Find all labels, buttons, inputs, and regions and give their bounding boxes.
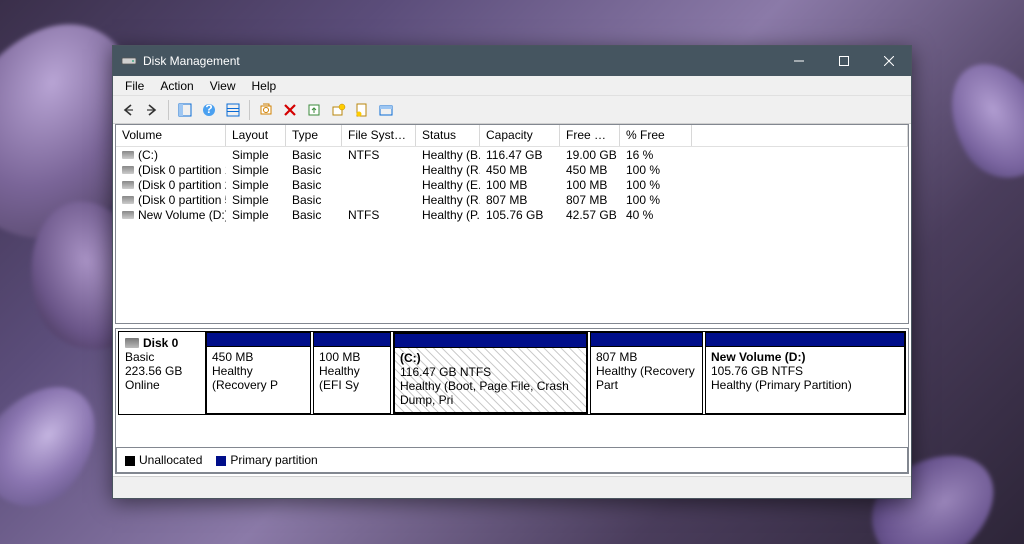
partition-block[interactable]: 807 MBHealthy (Recovery Part xyxy=(590,332,703,414)
legend-primary: Primary partition xyxy=(216,453,317,467)
volume-row[interactable]: (Disk 0 partition 2)SimpleBasicHealthy (… xyxy=(116,177,908,192)
menu-action[interactable]: Action xyxy=(152,77,201,95)
partition-bar xyxy=(395,334,586,348)
refresh-button[interactable] xyxy=(222,99,244,121)
properties-button[interactable] xyxy=(351,99,373,121)
menu-help[interactable]: Help xyxy=(244,77,285,95)
forward-button[interactable] xyxy=(141,99,163,121)
partition-bar xyxy=(591,333,702,347)
volume-icon xyxy=(122,181,134,189)
col-status[interactable]: Status xyxy=(416,125,480,146)
partition-bar xyxy=(207,333,310,347)
legend-unallocated: Unallocated xyxy=(125,453,202,467)
titlebar[interactable]: Disk Management xyxy=(113,46,911,76)
maximize-button[interactable] xyxy=(821,46,866,76)
col-capacity[interactable]: Capacity xyxy=(480,125,560,146)
menu-view[interactable]: View xyxy=(202,77,244,95)
menu-file[interactable]: File xyxy=(117,77,152,95)
disk-management-window: Disk Management File Action View Help ? xyxy=(112,45,912,499)
volume-row[interactable]: (Disk 0 partition 1)SimpleBasicHealthy (… xyxy=(116,162,908,177)
disk-label[interactable]: Disk 0 Basic 223.56 GB Online xyxy=(119,332,206,414)
window-title: Disk Management xyxy=(143,54,776,68)
col-filesystem[interactable]: File System xyxy=(342,125,416,146)
app-icon xyxy=(121,53,137,69)
statusbar xyxy=(113,476,911,498)
content-area: Volume Layout Type File System Status Ca… xyxy=(115,124,909,474)
toolbar-view-button[interactable] xyxy=(174,99,196,121)
col-pct-free[interactable]: % Free xyxy=(620,125,692,146)
list-header: Volume Layout Type File System Status Ca… xyxy=(116,125,908,147)
col-volume[interactable]: Volume xyxy=(116,125,226,146)
volume-icon xyxy=(122,196,134,204)
list-body[interactable]: (C:)SimpleBasicNTFSHealthy (B...116.47 G… xyxy=(116,147,908,323)
col-type[interactable]: Type xyxy=(286,125,342,146)
volume-row[interactable]: (C:)SimpleBasicNTFSHealthy (B...116.47 G… xyxy=(116,147,908,162)
delete-button[interactable] xyxy=(279,99,301,121)
minimize-button[interactable] xyxy=(776,46,821,76)
col-free[interactable]: Free Spa... xyxy=(560,125,620,146)
col-layout[interactable]: Layout xyxy=(226,125,286,146)
disk-row[interactable]: Disk 0 Basic 223.56 GB Online 450 MBHeal… xyxy=(118,331,906,415)
menubar: File Action View Help xyxy=(113,76,911,96)
svg-text:?: ? xyxy=(205,102,212,116)
disk-state: Online xyxy=(125,378,199,392)
settings-button[interactable] xyxy=(375,99,397,121)
disk-size: 223.56 GB xyxy=(125,364,199,378)
volume-row[interactable]: (Disk 0 partition 5)SimpleBasicHealthy (… xyxy=(116,192,908,207)
partition-block[interactable]: New Volume (D:)105.76 GB NTFSHealthy (Pr… xyxy=(705,332,905,414)
graphical-view[interactable]: Disk 0 Basic 223.56 GB Online 450 MBHeal… xyxy=(115,328,909,474)
partition-block[interactable]: 100 MBHealthy (EFI Sy xyxy=(313,332,391,414)
volume-icon xyxy=(122,166,134,174)
partition-bar xyxy=(706,333,904,347)
col-spacer[interactable] xyxy=(692,125,908,146)
create-button[interactable] xyxy=(327,99,349,121)
volume-icon xyxy=(122,211,134,219)
volume-list[interactable]: Volume Layout Type File System Status Ca… xyxy=(115,124,909,324)
partition-block[interactable]: (C:)116.47 GB NTFSHealthy (Boot, Page Fi… xyxy=(393,332,588,414)
legend: Unallocated Primary partition xyxy=(116,447,908,473)
toolbar: ? xyxy=(113,96,911,124)
disk-name: Disk 0 xyxy=(143,336,178,350)
volume-row[interactable]: New Volume (D:)SimpleBasicNTFSHealthy (P… xyxy=(116,207,908,222)
partition-bar xyxy=(314,333,390,347)
close-button[interactable] xyxy=(866,46,911,76)
partitions-container: 450 MBHealthy (Recovery P100 MBHealthy (… xyxy=(206,332,905,414)
eject-button[interactable] xyxy=(303,99,325,121)
disk-type: Basic xyxy=(125,350,199,364)
partition-block[interactable]: 450 MBHealthy (Recovery P xyxy=(206,332,311,414)
volume-icon xyxy=(122,151,134,159)
back-button[interactable] xyxy=(117,99,139,121)
disk-icon xyxy=(125,338,139,348)
help-button[interactable]: ? xyxy=(198,99,220,121)
rescan-button[interactable] xyxy=(255,99,277,121)
